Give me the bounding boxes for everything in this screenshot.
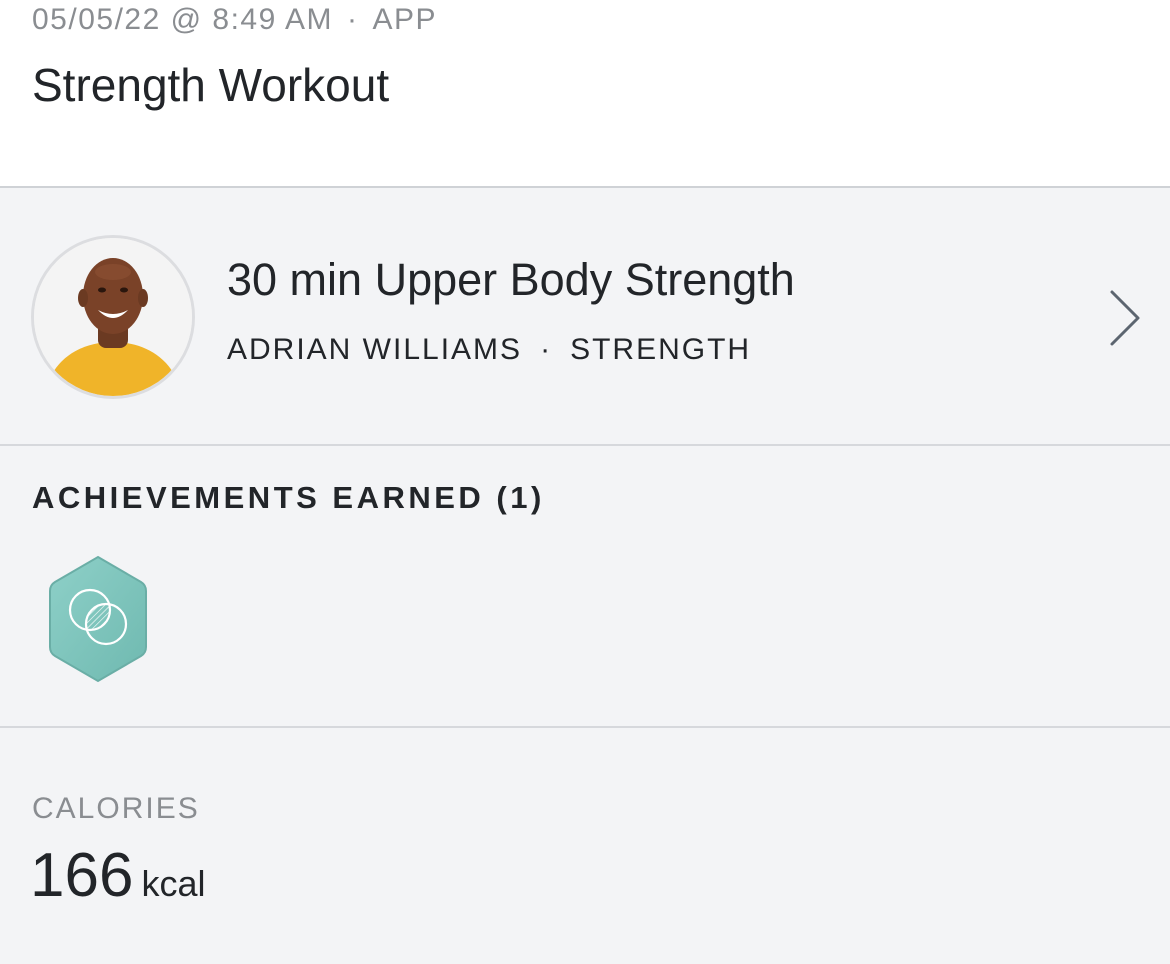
calories-number: 166: [30, 841, 134, 910]
instructor-name: ADRIAN WILLIAMS: [227, 333, 523, 366]
class-detail-row[interactable]: 30 min Upper Body Strength ADRIAN WILLIA…: [0, 188, 1170, 446]
class-title: 30 min Upper Body Strength: [227, 254, 795, 305]
workout-date-time: 05/05/22 @ 8:49 AM: [32, 3, 333, 36]
class-subtitle: ADRIAN WILLIAMS · STRENGTH: [227, 333, 751, 367]
instructor-avatar: [31, 235, 195, 399]
achievements-heading: ACHIEVEMENTS EARNED (1): [32, 480, 545, 515]
calories-section: CALORIES 166 kcal: [0, 728, 1170, 964]
calories-value: 166 kcal: [30, 840, 205, 911]
overlapping-circles-badge-icon[interactable]: [48, 554, 148, 684]
meta-separator: ·: [346, 3, 359, 36]
calories-unit: kcal: [141, 863, 206, 904]
class-category: STRENGTH: [570, 333, 752, 366]
subtitle-separator: ·: [540, 333, 553, 366]
page-title: Strength Workout: [32, 59, 390, 111]
workout-header: 05/05/22 @ 8:49 AM · APP Strength Workout: [0, 0, 1170, 188]
achievements-section: ACHIEVEMENTS EARNED (1): [0, 446, 1170, 728]
calories-label: CALORIES: [32, 792, 200, 825]
workout-meta: 05/05/22 @ 8:49 AM · APP: [32, 3, 437, 37]
chevron-right-icon[interactable]: [1104, 288, 1144, 348]
workout-source: APP: [372, 3, 438, 36]
